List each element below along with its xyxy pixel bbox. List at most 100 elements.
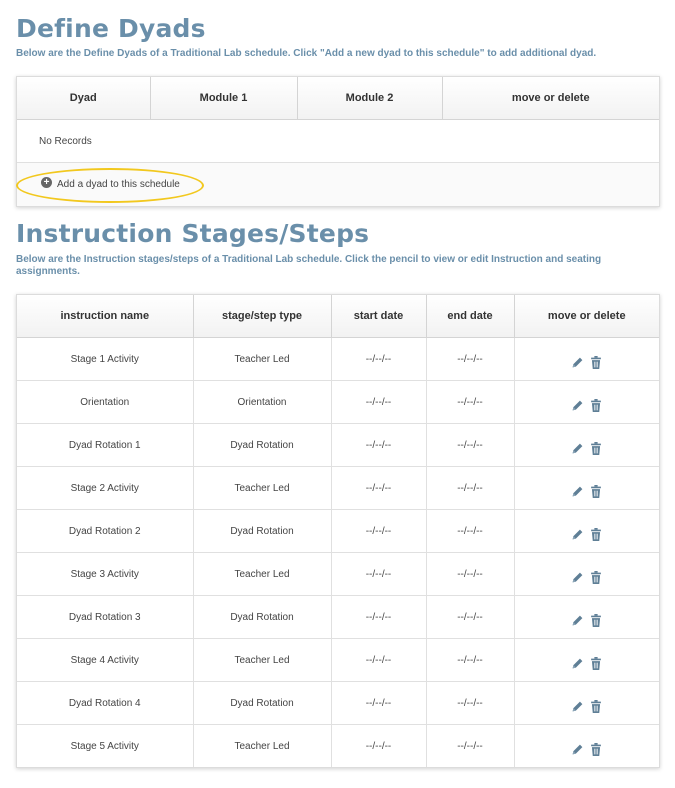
stage-type-cell: Teacher Led: [193, 638, 332, 682]
stage-type-cell: Dyad Rotation: [193, 595, 332, 639]
dyads-header-row: Dyad Module 1 Module 2 move or delete: [17, 77, 659, 120]
start-date-cell: --/--/--: [331, 552, 427, 596]
end-date-cell: --/--/--: [426, 638, 515, 682]
pencil-icon[interactable]: [571, 399, 584, 412]
row-actions: [571, 657, 602, 670]
start-date-cell: --/--/--: [331, 638, 427, 682]
row-actions-cell: [514, 509, 659, 553]
trash-icon[interactable]: [590, 528, 602, 541]
column-header-module-1[interactable]: Module 1: [150, 77, 298, 120]
trash-icon[interactable]: [590, 485, 602, 498]
column-header-stage-type[interactable]: stage/step type: [193, 295, 332, 338]
end-date-cell: --/--/--: [426, 681, 515, 725]
instruction-name-cell: Stage 4 Activity: [17, 638, 194, 682]
row-actions: [571, 614, 602, 627]
start-date-cell: --/--/--: [331, 595, 427, 639]
start-date-cell: --/--/--: [331, 509, 427, 553]
table-row: Stage 4 Activity Teacher Led --/--/-- --/--…: [17, 638, 659, 682]
row-actions-cell: [514, 466, 659, 510]
pencil-icon[interactable]: [571, 528, 584, 541]
instruction-name-cell: Dyad Rotation 1: [17, 423, 194, 467]
trash-icon[interactable]: [590, 700, 602, 713]
pencil-icon[interactable]: [571, 614, 584, 627]
column-header-instruction-name[interactable]: instruction name: [17, 295, 194, 338]
dyads-table: Dyad Module 1 Module 2 move or delete No…: [17, 77, 659, 162]
instruction-name-cell: Dyad Rotation 2: [17, 509, 194, 553]
trash-icon[interactable]: [590, 614, 602, 627]
stage-type-cell: Teacher Led: [193, 466, 332, 510]
trash-icon[interactable]: [590, 657, 602, 670]
column-header-start-date[interactable]: start date: [331, 295, 427, 338]
end-date-cell: --/--/--: [426, 724, 515, 767]
plus-circle-icon: +: [41, 177, 52, 188]
column-header-module-2[interactable]: Module 2: [297, 77, 443, 120]
pencil-icon[interactable]: [571, 571, 584, 584]
row-actions-cell: [514, 638, 659, 682]
row-actions-cell: [514, 725, 659, 768]
row-actions-cell: [514, 380, 659, 424]
start-date-cell: --/--/--: [331, 423, 427, 467]
instruction-name-cell: Stage 1 Activity: [17, 337, 194, 381]
stages-body: Stage 1 Activity Teacher Led --/--/-- --/--…: [17, 337, 659, 768]
instruction-name-cell: Stage 2 Activity: [17, 466, 194, 510]
row-actions: [571, 571, 602, 584]
stage-type-cell: Orientation: [193, 380, 332, 424]
trash-icon[interactable]: [590, 399, 602, 412]
instruction-name-cell: Stage 5 Activity: [17, 724, 194, 767]
empty-row: No Records: [17, 120, 659, 163]
end-date-cell: --/--/--: [426, 380, 515, 424]
stages-description: Below are the Instruction stages/steps o…: [16, 254, 602, 277]
table-row: Stage 5 Activity Teacher Led --/--/-- --/--…: [17, 724, 659, 768]
row-actions-cell: [514, 423, 659, 467]
end-date-cell: --/--/--: [426, 595, 515, 639]
stage-type-cell: Dyad Rotation: [193, 681, 332, 725]
instruction-name-cell: Stage 3 Activity: [17, 552, 194, 596]
table-row: Dyad Rotation 1 Dyad Rotation --/--/-- --/-…: [17, 423, 659, 467]
add-dyad-label: Add a dyad to this schedule: [57, 179, 180, 190]
row-actions-cell: [514, 337, 659, 381]
pencil-icon[interactable]: [571, 657, 584, 670]
table-row: Stage 2 Activity Teacher Led --/--/-- --/--…: [17, 466, 659, 510]
row-actions: [571, 356, 602, 369]
column-header-move-or-delete: move or delete: [442, 77, 659, 120]
start-date-cell: --/--/--: [331, 380, 427, 424]
pencil-icon[interactable]: [571, 700, 584, 713]
trash-icon[interactable]: [590, 571, 602, 584]
add-dyad-button[interactable]: + Add a dyad to this schedule: [41, 177, 180, 190]
column-header-end-date[interactable]: end date: [426, 295, 515, 338]
stages-title: Instruction Stages/Steps: [16, 219, 370, 248]
trash-icon[interactable]: [590, 356, 602, 369]
row-actions-cell: [514, 552, 659, 596]
row-actions: [571, 700, 602, 713]
column-header-dyad[interactable]: Dyad: [17, 77, 151, 120]
start-date-cell: --/--/--: [331, 681, 427, 725]
pencil-icon[interactable]: [571, 485, 584, 498]
end-date-cell: --/--/--: [426, 509, 515, 553]
end-date-cell: --/--/--: [426, 337, 515, 381]
pencil-icon[interactable]: [571, 442, 584, 455]
table-row: Dyad Rotation 3 Dyad Rotation --/--/-- --/-…: [17, 595, 659, 639]
row-actions: [571, 743, 602, 756]
dyads-panel: Dyad Module 1 Module 2 move or delete No…: [16, 76, 660, 207]
row-actions: [571, 485, 602, 498]
pencil-icon[interactable]: [571, 743, 584, 756]
start-date-cell: --/--/--: [331, 466, 427, 510]
table-row: Stage 3 Activity Teacher Led --/--/-- --/--…: [17, 552, 659, 596]
row-actions: [571, 399, 602, 412]
end-date-cell: --/--/--: [426, 423, 515, 467]
stage-type-cell: Dyad Rotation: [193, 423, 332, 467]
trash-icon[interactable]: [590, 442, 602, 455]
stage-type-cell: Teacher Led: [193, 337, 332, 381]
row-actions: [571, 528, 602, 541]
add-row: + Add a dyad to this schedule: [17, 162, 659, 206]
column-header-move-or-delete: move or delete: [514, 295, 659, 338]
stage-type-cell: Teacher Led: [193, 724, 332, 767]
end-date-cell: --/--/--: [426, 466, 515, 510]
end-date-cell: --/--/--: [426, 552, 515, 596]
pencil-icon[interactable]: [571, 356, 584, 369]
stages-header-row: instruction name stage/step type start d…: [17, 295, 659, 338]
stage-type-cell: Dyad Rotation: [193, 509, 332, 553]
trash-icon[interactable]: [590, 743, 602, 756]
table-row: Dyad Rotation 2 Dyad Rotation --/--/-- --/-…: [17, 509, 659, 553]
instruction-name-cell: Dyad Rotation 3: [17, 595, 194, 639]
